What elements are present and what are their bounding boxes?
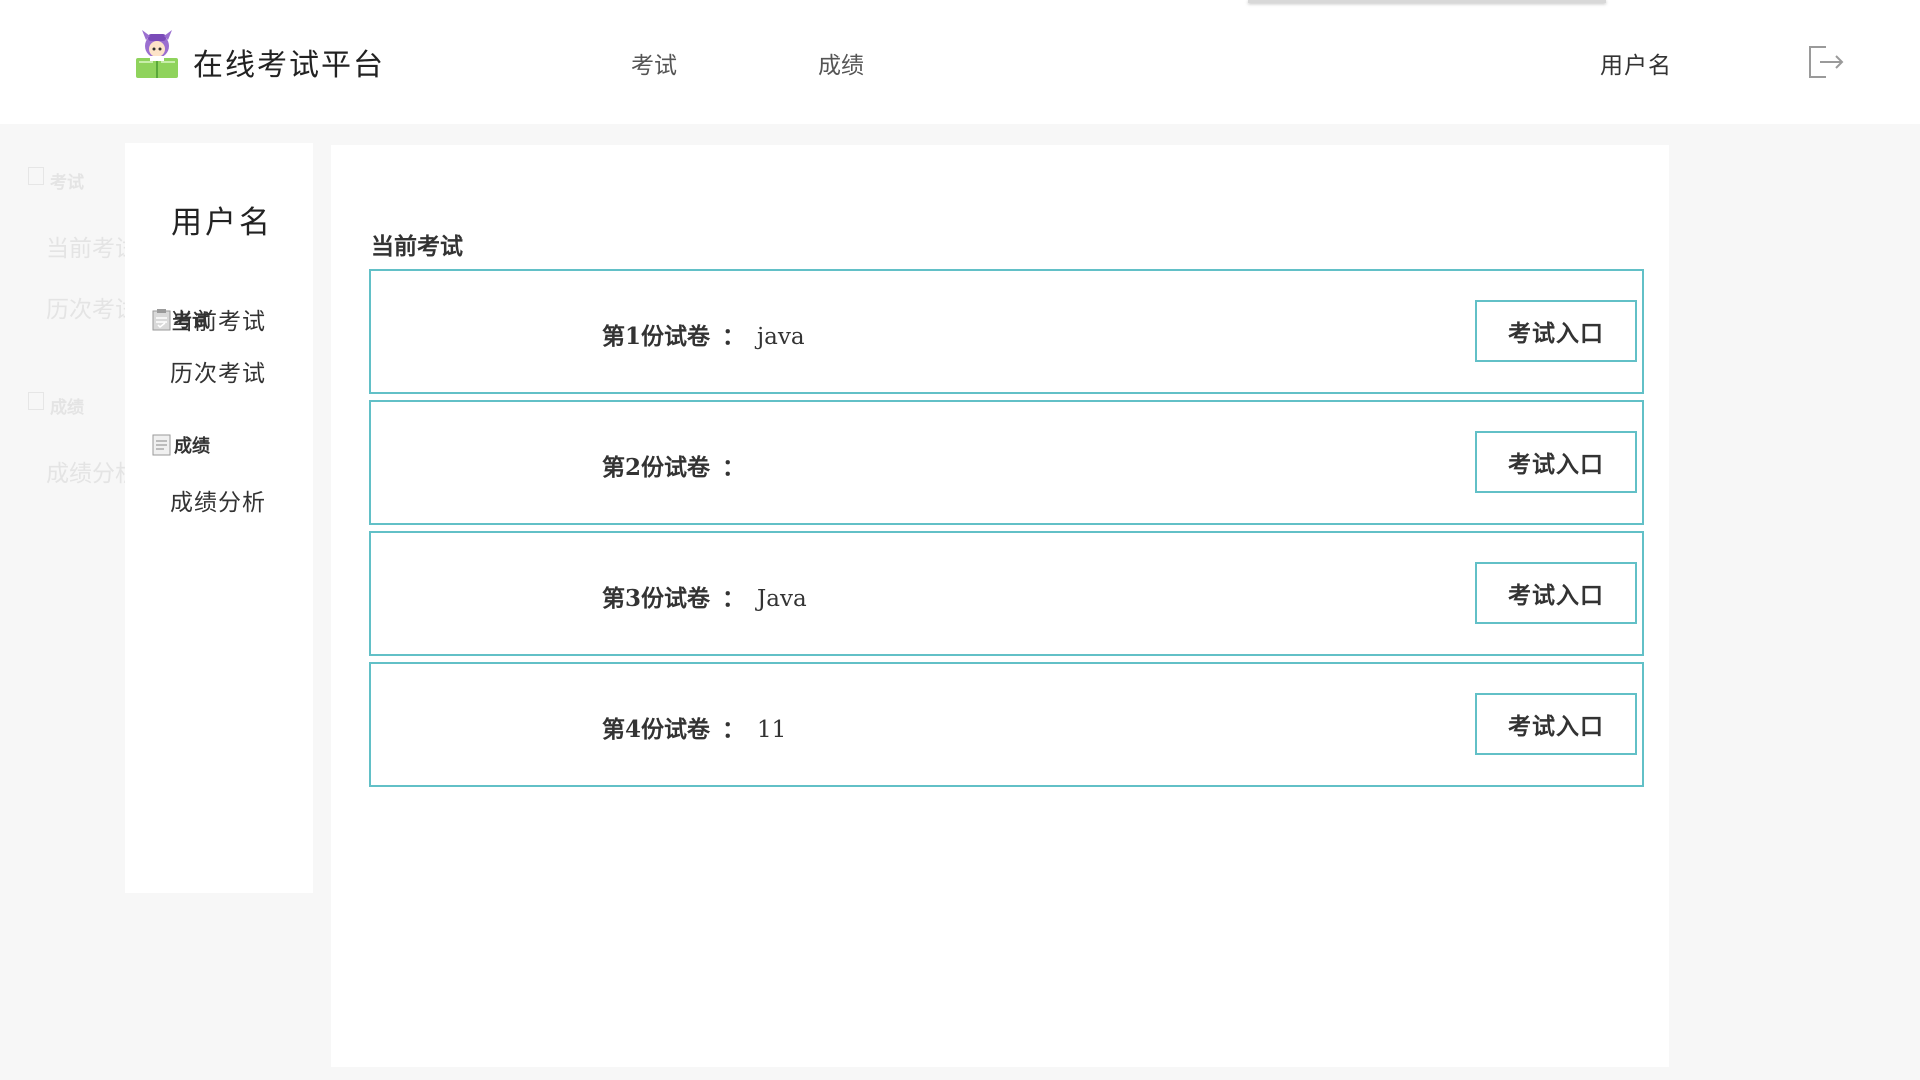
app-title: 在线考试平台 xyxy=(193,48,385,83)
ghost-group-exam: 考试 xyxy=(50,173,84,193)
header-username[interactable]: 用户名 xyxy=(1600,46,1672,80)
main-panel: 当前考试 第1份试卷 ： java 考试入口 第2份试卷 ： 考试入口 第3份试卷 ： J… xyxy=(331,145,1669,1067)
ghost-group-score: 成绩 xyxy=(50,398,84,418)
score-doc-icon xyxy=(152,434,171,456)
exam-card: 第3份试卷 ： Java 考试入口 xyxy=(369,531,1644,656)
exam-entry-button[interactable]: 考试入口 xyxy=(1475,431,1637,493)
exam-separator: ： xyxy=(722,323,746,350)
sidebar-group-score: 成绩 xyxy=(152,432,210,458)
exam-card: 第1份试卷 ： java 考试入口 xyxy=(369,269,1644,394)
exam-entry-button[interactable]: 考试入口 xyxy=(1475,562,1637,624)
exam-title: 第2份试卷 ： xyxy=(602,448,757,482)
logout-icon[interactable] xyxy=(1806,44,1846,80)
top-header: 在线考试平台 考试 成绩 用户名 xyxy=(0,0,1920,124)
exam-separator: ： xyxy=(722,585,746,612)
exam-card: 第2份试卷 ： 考试入口 xyxy=(369,400,1644,525)
exam-label: 第4份试卷 xyxy=(602,716,711,743)
sidebar-item-score-analysis[interactable]: 成绩分析 xyxy=(170,483,266,517)
nav-link-score[interactable]: 成绩 xyxy=(818,46,864,80)
nav-link-exam[interactable]: 考试 xyxy=(631,46,677,80)
header-dropdown-edge xyxy=(1248,0,1606,3)
ghost-exam-icon xyxy=(28,167,44,185)
exam-name: 11 xyxy=(757,717,787,743)
exam-entry-button[interactable]: 考试入口 xyxy=(1475,693,1637,755)
exam-title: 第1份试卷 ： java xyxy=(602,317,805,351)
exam-separator: ： xyxy=(722,716,746,743)
exam-name: java xyxy=(757,324,805,350)
exam-list: 第1份试卷 ： java 考试入口 第2份试卷 ： 考试入口 第3份试卷 ： Java 考… xyxy=(369,269,1644,793)
exam-label: 第2份试卷 xyxy=(602,454,711,481)
sidebar-item-history-exam[interactable]: 历次考试 xyxy=(170,354,266,388)
exam-label: 第3份试卷 xyxy=(602,585,711,612)
page-title: 当前考试 xyxy=(371,233,463,260)
exam-title: 第3份试卷 ： Java xyxy=(602,579,807,613)
exam-name: Java xyxy=(757,586,807,612)
logo-icon xyxy=(136,30,178,78)
sidebar-username: 用户名 xyxy=(171,205,273,241)
exam-doc-icon xyxy=(152,309,171,331)
sidebar-group-score-label: 成绩 xyxy=(174,436,210,457)
exam-title: 第4份试卷 ： 11 xyxy=(602,710,786,744)
exam-label: 第1份试卷 xyxy=(602,323,711,350)
sidebar: 用户名 考试 当前考试 历次考试 成绩 成绩分析 xyxy=(125,143,313,893)
exam-entry-button[interactable]: 考试入口 xyxy=(1475,300,1637,362)
exam-separator: ： xyxy=(722,454,746,481)
exam-card: 第4份试卷 ： 11 考试入口 xyxy=(369,662,1644,787)
ghost-score-icon xyxy=(28,392,44,410)
sidebar-item-current-exam-label[interactable]: 当前考试 xyxy=(170,302,266,336)
